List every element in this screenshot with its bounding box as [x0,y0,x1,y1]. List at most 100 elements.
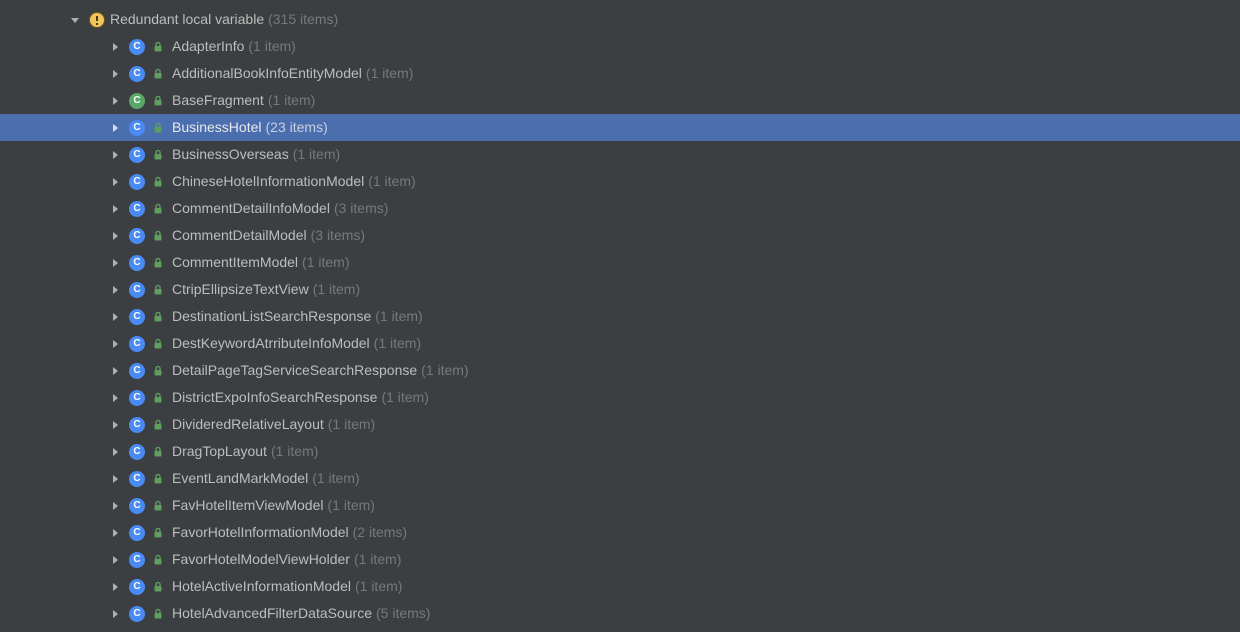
tree-item-row[interactable]: CCtripEllipsizeTextView(1 item) [0,276,1240,303]
item-label: DestKeywordAtrributeInfoModel [172,330,370,357]
item-label: FavHotelItemViewModel [172,492,323,519]
expand-arrow-right-icon[interactable] [108,528,122,538]
tree-item-row[interactable]: CHotelAdvancedFilterDataSource(5 items) [0,600,1240,627]
class-icon: C [128,416,146,434]
tree-item-row[interactable]: C DivideredRelativeLayout(1 item) [0,411,1240,438]
class-icon: C [128,362,146,380]
tree-item-row[interactable]: CBaseFragment(1 item) [0,87,1240,114]
class-icon: C [128,443,146,461]
lock-icon [150,255,166,271]
item-label: FavorHotelInformationModel [172,519,349,546]
class-icon: C [128,65,146,83]
group-label: Redundant local variable [110,6,264,33]
tree-item-row[interactable]: CBusinessHotel(23 items) [0,114,1240,141]
lock-icon [150,390,166,406]
tree-item-row[interactable]: CEventLandMarkModel(1 item) [0,465,1240,492]
lock-icon [150,363,166,379]
class-icon: C [128,389,146,407]
item-label: CommentDetailInfoModel [172,195,330,222]
item-count: (1 item) [354,546,401,573]
tree-item-row[interactable]: CDragTopLayout(1 item) [0,438,1240,465]
lock-icon [150,498,166,514]
expand-arrow-right-icon[interactable] [108,447,122,457]
tree-item-row[interactable]: CFavorHotelModelViewHolder(1 item) [0,546,1240,573]
expand-arrow-right-icon[interactable] [108,501,122,511]
lock-icon [150,120,166,136]
item-count: (1 item) [293,141,340,168]
tree-item-row[interactable]: CCommentDetailModel(3 items) [0,222,1240,249]
lock-icon [150,579,166,595]
lock-icon [150,66,166,82]
class-icon: C [128,470,146,488]
expand-arrow-right-icon[interactable] [108,123,122,133]
tree-item-row[interactable]: C DistrictExpoInfoSearchResponse(1 item) [0,384,1240,411]
tree-item-row[interactable]: CDestKeywordAtrributeInfoModel(1 item) [0,330,1240,357]
expand-arrow-right-icon[interactable] [108,258,122,268]
item-label: CommentDetailModel [172,222,307,249]
expand-arrow-right-icon[interactable] [108,312,122,322]
expand-arrow-down-icon[interactable] [68,15,82,25]
item-label: BusinessOverseas [172,141,289,168]
expand-arrow-right-icon[interactable] [108,339,122,349]
tree-item-row[interactable]: CHotelActiveInformationModel(1 item) [0,573,1240,600]
expand-arrow-right-icon[interactable] [108,366,122,376]
expand-arrow-right-icon[interactable] [108,96,122,106]
item-label: DistrictExpoInfoSearchResponse [172,384,377,411]
class-icon: C [128,524,146,542]
expand-arrow-right-icon[interactable] [108,42,122,52]
expand-arrow-right-icon[interactable] [108,69,122,79]
expand-arrow-right-icon[interactable] [108,555,122,565]
item-count: (1 item) [355,573,402,600]
lock-icon [150,147,166,163]
class-icon: C [128,578,146,596]
class-icon: C [128,335,146,353]
expand-arrow-right-icon[interactable] [108,231,122,241]
item-label: DragTopLayout [172,438,267,465]
tree-item-row[interactable]: CCommentDetailInfoModel(3 items) [0,195,1240,222]
tree-item-row[interactable]: CAdditionalBookInfoEntityModel(1 item) [0,60,1240,87]
item-count: (5 items) [376,600,430,627]
tree-item-row[interactable]: CBusinessOverseas(1 item) [0,141,1240,168]
tree-item-row[interactable]: CDetailPageTagServiceSearchResponse(1 it… [0,357,1240,384]
class-icon: C [128,173,146,191]
item-label: BaseFragment [172,87,264,114]
item-count: (1 item) [302,249,349,276]
tree-item-row[interactable]: C FavorHotelInformationModel(2 items) [0,519,1240,546]
tree-item-row[interactable]: CAdapterInfo(1 item) [0,33,1240,60]
lock-icon [150,417,166,433]
item-label: BusinessHotel [172,114,262,141]
class-icon: C [128,281,146,299]
item-count: (1 item) [421,357,468,384]
class-icon: C [128,254,146,272]
tree-item-row[interactable]: CChineseHotelInformationModel(1 item) [0,168,1240,195]
tree-group-row[interactable]: Redundant local variable (315 items) [0,6,1240,33]
class-icon: C [128,92,146,110]
item-count: (1 item) [381,384,428,411]
item-label: AdapterInfo [172,33,244,60]
expand-arrow-right-icon[interactable] [108,420,122,430]
tree-item-row[interactable]: C CommentItemModel(1 item) [0,249,1240,276]
expand-arrow-right-icon[interactable] [108,393,122,403]
lock-icon [150,606,166,622]
expand-arrow-right-icon[interactable] [108,204,122,214]
item-label: CommentItemModel [172,249,298,276]
inspection-tree: Redundant local variable (315 items) CAd… [0,0,1240,627]
item-label: DivideredRelativeLayout [172,411,324,438]
expand-arrow-right-icon[interactable] [108,582,122,592]
tree-item-row[interactable]: CDestinationListSearchResponse(1 item) [0,303,1240,330]
item-count: (1 item) [328,411,375,438]
item-count: (1 item) [368,168,415,195]
lock-icon [150,93,166,109]
class-icon: C [128,551,146,569]
expand-arrow-right-icon[interactable] [108,285,122,295]
group-count: (315 items) [268,6,338,33]
item-count: (2 items) [353,519,407,546]
lock-icon [150,525,166,541]
expand-arrow-right-icon[interactable] [108,150,122,160]
expand-arrow-right-icon[interactable] [108,609,122,619]
tree-item-row[interactable]: CFavHotelItemViewModel(1 item) [0,492,1240,519]
expand-arrow-right-icon[interactable] [108,474,122,484]
item-label: AdditionalBookInfoEntityModel [172,60,362,87]
lock-icon [150,552,166,568]
expand-arrow-right-icon[interactable] [108,177,122,187]
